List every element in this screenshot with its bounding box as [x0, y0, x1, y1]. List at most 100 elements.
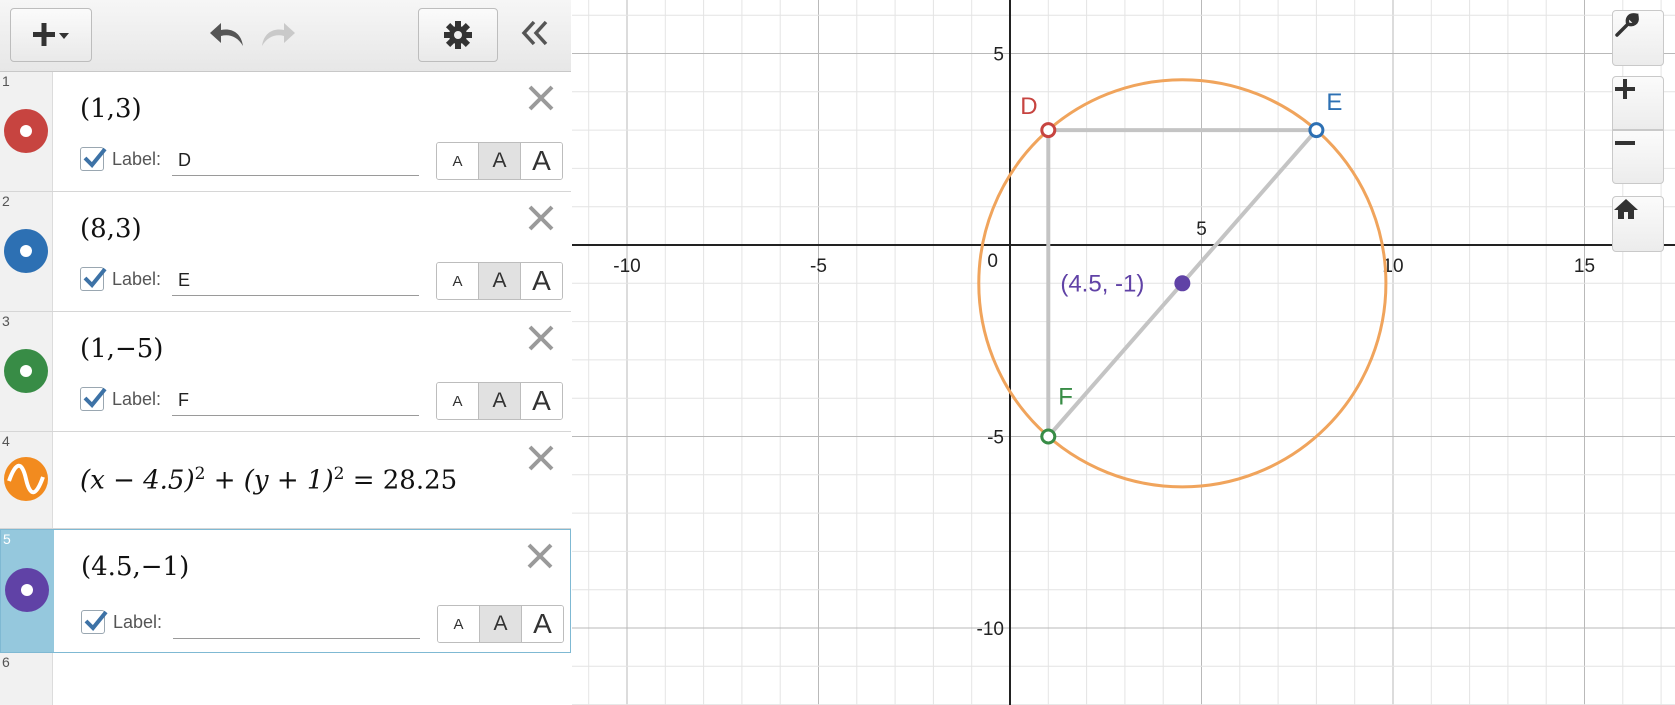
label-checkbox[interactable]: [80, 147, 107, 171]
delete-expression-icon[interactable]: [524, 540, 556, 572]
label-input[interactable]: E: [172, 264, 419, 296]
expression-row[interactable]: 4 (x − 4.5)2 + (y + 1)2 = 28.25: [0, 432, 571, 529]
zoom-in-button[interactable]: [1612, 76, 1664, 130]
label-checkbox[interactable]: [80, 267, 107, 291]
delete-expression-icon[interactable]: [525, 82, 557, 114]
label-size-small[interactable]: A: [437, 143, 478, 179]
expression-index: 2: [2, 193, 10, 209]
add-expression-icon: [33, 23, 69, 46]
label-size-small[interactable]: A: [437, 383, 478, 419]
expression-index: 6: [2, 654, 10, 670]
x-tick-label: -5: [810, 256, 827, 277]
label-size-large[interactable]: A: [520, 263, 562, 299]
x-tick-label: 5: [1196, 219, 1207, 240]
zoom-out-button[interactable]: [1612, 130, 1664, 184]
settings-button[interactable]: [418, 8, 498, 62]
label-caption: Label:: [112, 269, 162, 289]
label-size-selector: A A A: [436, 142, 563, 180]
point-center: [1174, 275, 1191, 292]
expression-index: 4: [2, 433, 10, 449]
label-size-small[interactable]: A: [438, 606, 479, 642]
point-label-f: F: [1058, 384, 1073, 411]
checkmark-icon: [83, 147, 107, 168]
graphing-calculator-window: 1 (1,3) Label: D A A A 2 (8,3) Label: E …: [0, 0, 1675, 705]
point-f: [1040, 428, 1057, 445]
expression-row[interactable]: 3 (1,−5) Label: F A A A: [0, 312, 571, 432]
delete-expression-icon[interactable]: [525, 322, 557, 354]
equation-exponent: 2: [333, 464, 345, 484]
redo-icon: [262, 23, 295, 46]
expression-row[interactable]: 2 (8,3) Label: E A A A: [0, 192, 571, 312]
graph-canvas[interactable]: -10 -5 0510 155-5-10D EF(4.5, -1): [572, 0, 1675, 705]
empty-expression-row[interactable]: 6: [0, 653, 571, 705]
point-color-icon[interactable]: [4, 349, 48, 393]
undo-icon: [210, 23, 243, 46]
label-size-large[interactable]: A: [520, 383, 562, 419]
y-tick-label: 5: [993, 45, 1004, 66]
x-tick-label: -10: [613, 256, 640, 277]
label-row: Label: A A A: [81, 605, 564, 643]
expression-math[interactable]: (1,3): [80, 94, 142, 124]
expression-gutter: 6: [0, 653, 53, 705]
expression-index: 3: [2, 313, 10, 329]
delete-expression-icon[interactable]: [525, 202, 557, 234]
x-tick-label: 15: [1574, 256, 1595, 277]
expression-math[interactable]: (1,−5): [80, 334, 163, 364]
expression-math[interactable]: (4.5,−1): [81, 552, 189, 582]
equation-exponent: 2: [194, 464, 206, 484]
x-tick-label: 0: [987, 251, 998, 272]
home-icon: [1614, 199, 1638, 219]
zoom-out-icon: [1615, 141, 1635, 145]
default-zoom-button[interactable]: [1612, 196, 1664, 252]
label-size-medium[interactable]: A: [478, 263, 520, 299]
label-row: Label: E A A A: [80, 262, 563, 300]
wrench-icon: [1615, 13, 1639, 37]
point-d: [1040, 122, 1057, 139]
label-size-medium[interactable]: A: [479, 606, 521, 642]
point-e: [1308, 122, 1325, 139]
expression-gutter: 3: [0, 312, 53, 431]
label-checkbox[interactable]: [81, 610, 108, 634]
label-size-large[interactable]: A: [521, 606, 563, 642]
expression-row[interactable]: 1 (1,3) Label: D A A A: [0, 72, 571, 192]
point-color-icon[interactable]: [5, 568, 49, 612]
label-checkbox[interactable]: [80, 387, 107, 411]
graph-settings-button[interactable]: [1612, 10, 1664, 66]
label-row: Label: D A A A: [80, 142, 563, 180]
add-expression-button[interactable]: [10, 8, 92, 62]
label-size-medium[interactable]: A: [478, 143, 520, 179]
label-size-selector: A A A: [436, 382, 563, 420]
undo-button[interactable]: [207, 18, 247, 57]
collapse-panel-icon: [521, 20, 548, 46]
label-input[interactable]: D: [172, 144, 419, 176]
label-size-small[interactable]: A: [437, 263, 478, 299]
label-row: Label: F A A A: [80, 382, 563, 420]
collapse-panel-button[interactable]: [518, 16, 552, 55]
expression-gutter: 1: [0, 72, 53, 191]
equation-part: (x − 4.5): [80, 465, 195, 496]
label-caption: Label:: [112, 389, 162, 409]
expression-row-selected[interactable]: 5 (4.5,−1) Label: A A A: [0, 529, 571, 653]
label-size-large[interactable]: A: [520, 143, 562, 179]
point-label-d: D: [1020, 93, 1037, 120]
graph-paper[interactable]: -10 -5 0 5 10 15 5 -5 -10 D E F (4.5, -1): [572, 0, 1675, 705]
label-size-selector: A A A: [436, 262, 563, 300]
delete-expression-icon[interactable]: [525, 442, 557, 474]
redo-button[interactable]: [258, 18, 298, 57]
point-label-e: E: [1326, 89, 1342, 116]
equation-part: + (y + 1): [205, 465, 334, 496]
label-size-medium[interactable]: A: [478, 383, 520, 419]
expression-gutter: 2: [0, 192, 53, 311]
point-label-center: (4.5, -1): [1060, 270, 1144, 297]
settings-gear-icon: [444, 21, 472, 49]
checkmark-icon: [84, 610, 108, 631]
wave-icon: [7, 463, 45, 495]
point-color-icon[interactable]: [4, 109, 48, 153]
label-input[interactable]: F: [172, 384, 419, 416]
point-color-icon[interactable]: [4, 229, 48, 273]
label-input[interactable]: [173, 607, 420, 639]
expression-math[interactable]: (x − 4.5)2 + (y + 1)2 = 28.25: [80, 464, 457, 496]
expression-math[interactable]: (8,3): [80, 214, 142, 244]
label-caption: Label:: [112, 149, 162, 169]
curve-color-icon[interactable]: [4, 457, 48, 501]
